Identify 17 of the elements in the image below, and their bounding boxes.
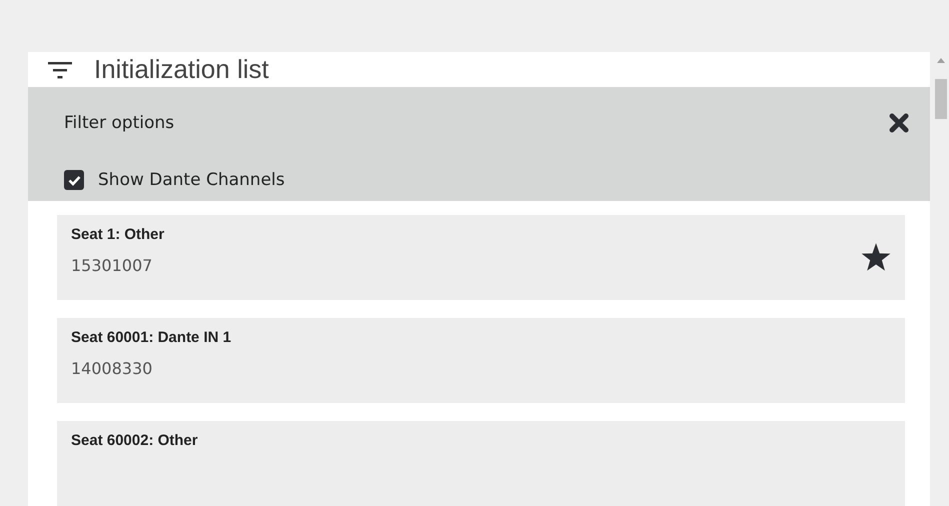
filter-icon[interactable] bbox=[48, 60, 72, 78]
filter-title: Filter options bbox=[64, 113, 174, 133]
checkbox-label: Show Dante Channels bbox=[98, 170, 285, 190]
checkmark-icon bbox=[68, 174, 80, 186]
panel-title: Initialization list bbox=[94, 54, 269, 85]
item-title: Seat 60002: Other bbox=[71, 432, 198, 449]
item-number: 14008330 bbox=[71, 359, 154, 378]
list-item[interactable]: Seat 60002: Other bbox=[57, 421, 905, 506]
item-number: 15301007 bbox=[71, 256, 154, 275]
list-item[interactable]: Seat 1: Other 15301007 bbox=[57, 215, 905, 300]
item-title: Seat 1: Other bbox=[71, 226, 164, 243]
list-item[interactable]: Seat 60001: Dante IN 1 14008330 bbox=[57, 318, 905, 403]
close-button[interactable] bbox=[888, 113, 910, 133]
checkbox[interactable] bbox=[64, 170, 84, 190]
scrollbar-thumb[interactable] bbox=[934, 79, 946, 119]
item-title: Seat 60001: Dante IN 1 bbox=[71, 329, 232, 346]
star-icon[interactable] bbox=[861, 242, 891, 272]
